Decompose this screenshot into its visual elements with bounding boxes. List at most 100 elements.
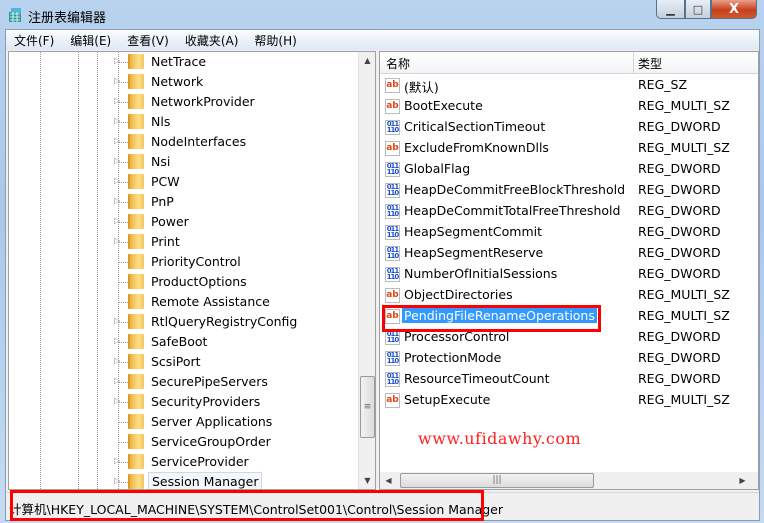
value-type: REG_DWORD	[638, 224, 721, 239]
expand-arrow-icon[interactable]: ▷	[114, 136, 122, 146]
expand-arrow-icon[interactable]: ▷	[114, 176, 122, 186]
tree-item[interactable]: Server Applications	[9, 412, 359, 432]
folder-icon	[128, 374, 144, 389]
tree-item-label: Power	[151, 214, 189, 229]
value-row[interactable]: 011 110 NumberOfInitialSessions REG_DWORD	[380, 264, 758, 285]
binary-value-icon: 011 110	[385, 351, 400, 366]
tree-connector	[119, 82, 128, 83]
tree-item[interactable]: ServiceGroupOrder	[9, 432, 359, 452]
scroll-left-arrow-icon[interactable]: ◀	[380, 472, 397, 489]
menu-help[interactable]: 帮助(H)	[246, 30, 304, 50]
binary-value-icon: 011 110	[385, 246, 400, 261]
maximize-button[interactable]: □	[685, 0, 711, 19]
column-divider[interactable]	[633, 52, 634, 74]
tree-item[interactable]: Remote Assistance	[9, 292, 359, 312]
value-row[interactable]: 011 110 CriticalSectionTimeout REG_DWORD	[380, 117, 758, 138]
folder-icon	[128, 474, 144, 489]
value-row[interactable]: ab SetupExecute REG_MULTI_SZ	[380, 390, 758, 411]
expand-arrow-icon[interactable]: ▷	[114, 196, 122, 206]
column-header-name[interactable]: 名称	[386, 55, 410, 72]
tree-item[interactable]: ▷ PCW	[9, 172, 359, 192]
value-name: HeapSegmentCommit	[404, 224, 543, 239]
scroll-down-arrow-icon[interactable]: ▼	[359, 472, 375, 489]
values-list[interactable]: 名称 类型 ab (默认) REG_SZ ab BootExecute REG_MULTI…	[379, 51, 759, 490]
column-header-type[interactable]: 类型	[638, 55, 662, 72]
value-name: SetupExecute	[404, 392, 491, 407]
expand-arrow-icon[interactable]: ▷	[114, 376, 122, 386]
value-row[interactable]: 011 110 HeapDeCommitTotalFreeThreshold REG_…	[380, 201, 758, 222]
registry-tree[interactable]: ▷ NetTrace ▷ Network ▷ NetworkProvider ▷ Nls ▷ No…	[8, 51, 376, 490]
tree-item-label: NetTrace	[151, 54, 207, 69]
expand-arrow-icon[interactable]: ▷	[114, 456, 122, 466]
tree-item-label: Print	[151, 234, 180, 249]
tree-item[interactable]: ▷ ServiceProvider	[9, 452, 359, 472]
value-row[interactable]: 011 110 HeapSegmentCommit REG_DWORD	[380, 222, 758, 243]
value-name: ResourceTimeoutCount	[404, 371, 550, 386]
expand-arrow-icon[interactable]: ▷	[114, 156, 122, 166]
binary-value-icon: 011 110	[385, 267, 400, 282]
value-row[interactable]: 011 110 ResourceTimeoutCount REG_DWORD	[380, 369, 758, 390]
tree-item[interactable]: ▷ Nls	[9, 112, 359, 132]
tree-item[interactable]: ▷ Print	[9, 232, 359, 252]
menu-view[interactable]: 查看(V)	[119, 30, 177, 50]
expand-arrow-icon[interactable]: ▷	[114, 336, 122, 346]
tree-connector	[119, 222, 128, 223]
menu-file[interactable]: 文件(F)	[6, 30, 62, 50]
value-row[interactable]: 011 110 GlobalFlag REG_DWORD	[380, 159, 758, 180]
folder-icon	[128, 174, 144, 189]
close-button[interactable]: X	[711, 0, 757, 19]
expand-arrow-icon[interactable]: ▷	[114, 76, 122, 86]
tree-item[interactable]: ▷ NetworkProvider	[9, 92, 359, 112]
value-row[interactable]: 011 110 HeapDeCommitFreeBlockThreshold REG_…	[380, 180, 758, 201]
tree-vertical-scrollbar[interactable]: ▲ ≡ ▼	[358, 52, 375, 489]
value-row[interactable]: ab ExcludeFromKnownDlls REG_MULTI_SZ	[380, 138, 758, 159]
tree-item[interactable]: ▷ NetTrace	[9, 52, 359, 72]
tree-item[interactable]: ▷ Network	[9, 72, 359, 92]
expand-arrow-icon[interactable]: ▷	[114, 236, 122, 246]
expand-arrow-icon[interactable]: ▷	[114, 116, 122, 126]
expand-arrow-icon[interactable]: ▷	[114, 316, 122, 326]
value-row[interactable]: ab (默认) REG_SZ	[380, 75, 758, 96]
minimize-button[interactable]: ▁	[656, 0, 685, 19]
tree-item[interactable]: ▷ ScsiPort	[9, 352, 359, 372]
tree-item[interactable]: ▷ RtlQueryRegistryConfig	[9, 312, 359, 332]
string-value-icon: ab	[385, 78, 400, 93]
tree-item[interactable]: ▷ Nsi	[9, 152, 359, 172]
value-type: REG_MULTI_SZ	[638, 140, 730, 155]
expand-arrow-icon[interactable]: ▷	[114, 96, 122, 106]
value-row[interactable]: 011 110 HeapSegmentReserve REG_DWORD	[380, 243, 758, 264]
tree-item[interactable]: ▷ NodeInterfaces	[9, 132, 359, 152]
scroll-thumb[interactable]: ≡	[360, 376, 375, 438]
folder-icon	[128, 274, 144, 289]
tree-connector	[119, 162, 128, 163]
scroll-up-arrow-icon[interactable]: ▲	[359, 52, 375, 69]
menu-favorites[interactable]: 收藏夹(A)	[177, 30, 247, 50]
expand-arrow-icon[interactable]: ▷	[114, 216, 122, 226]
tree-item[interactable]: ▷ Session Manager	[9, 472, 359, 489]
tree-item[interactable]: PriorityControl	[9, 252, 359, 272]
expand-arrow-icon[interactable]: ▷	[114, 356, 122, 366]
tree-item[interactable]: ▷ Power	[9, 212, 359, 232]
tree-item[interactable]: ▷ SecurePipeServers	[9, 372, 359, 392]
tree-item[interactable]: ProductOptions	[9, 272, 359, 292]
tree-item-label: Session Manager	[148, 472, 263, 489]
tree-item-label: SafeBoot	[151, 334, 208, 349]
string-value-icon: ab	[385, 288, 400, 303]
expand-arrow-icon[interactable]: ▷	[114, 396, 122, 406]
scroll-thumb[interactable]: |||	[400, 473, 594, 488]
folder-icon	[128, 454, 144, 469]
tree-item[interactable]: ▷ SafeBoot	[9, 332, 359, 352]
expand-arrow-icon[interactable]: ▷	[114, 56, 122, 66]
value-row[interactable]: 011 110 ProtectionMode REG_DWORD	[380, 348, 758, 369]
list-horizontal-scrollbar[interactable]: ◀ ||| ▶	[380, 472, 758, 489]
value-row[interactable]: ab ObjectDirectories REG_MULTI_SZ	[380, 285, 758, 306]
menu-edit[interactable]: 编辑(E)	[62, 30, 119, 50]
tree-item[interactable]: ▷ SecurityProviders	[9, 392, 359, 412]
folder-icon	[128, 134, 144, 149]
value-row[interactable]: ab BootExecute REG_MULTI_SZ	[380, 96, 758, 117]
scroll-right-arrow-icon[interactable]: ▶	[734, 472, 751, 489]
status-bar: 计算机\HKEY_LOCAL_MACHINE\SYSTEM\ControlSet…	[6, 490, 759, 521]
tree-item[interactable]: ▷ PnP	[9, 192, 359, 212]
tree-connector	[119, 302, 128, 303]
expand-arrow-icon[interactable]: ▷	[114, 476, 122, 486]
